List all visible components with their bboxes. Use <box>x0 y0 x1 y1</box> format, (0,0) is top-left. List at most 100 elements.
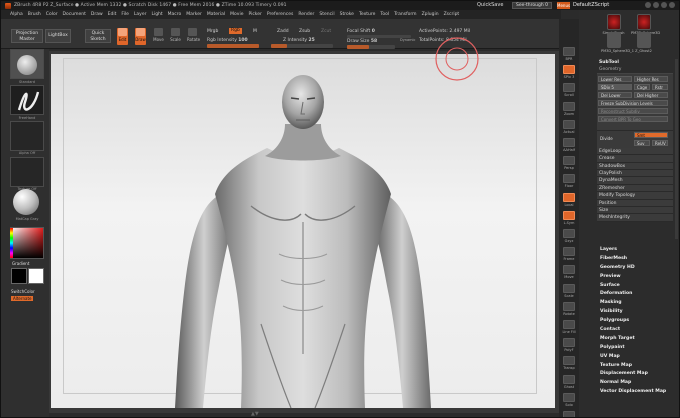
shelf-solo-button[interactable]: Solo <box>562 392 576 407</box>
shelf-transp-button[interactable]: Transp <box>562 356 576 370</box>
color-picker[interactable] <box>10 227 44 259</box>
subpalette-displacement-map[interactable]: Displacement Map <box>598 370 674 379</box>
shelf-floor-button[interactable]: Floor <box>562 174 576 188</box>
menu-material[interactable]: Material <box>207 12 225 17</box>
stroke-thumbnail[interactable] <box>10 85 44 115</box>
subpalette-normal-map[interactable]: Normal Map <box>598 379 674 388</box>
default-zscript-button[interactable]: DefaultZScript <box>573 2 609 8</box>
menu-marker[interactable]: Marker <box>186 12 202 17</box>
shelf-lsym-button[interactable]: L.Sym <box>562 210 576 225</box>
alternate-toggle[interactable]: Alternate <box>11 296 34 301</box>
geometry-dynamesh[interactable]: DynaMesh <box>597 177 673 185</box>
subpalette-layers[interactable]: Layers <box>598 246 674 255</box>
shelf-spix-button[interactable]: SPix 3 <box>562 65 576 79</box>
menu-file[interactable]: File <box>121 12 129 17</box>
convert-bpr-button[interactable]: Convert BPR To Geo <box>598 115 668 122</box>
reconstruct-subdiv-button[interactable]: Reconstruct Subdiv <box>598 107 668 114</box>
menu-color[interactable]: Color <box>46 12 58 17</box>
menus-toggle[interactable]: Menus <box>557 2 570 9</box>
rstr-button[interactable]: Rstr <box>652 83 668 90</box>
subpalette-polygroups[interactable]: Polygroups <box>598 317 674 326</box>
subpalette-surface[interactable]: Surface <box>598 282 674 291</box>
shelf-rotate-button[interactable]: Rotate <box>562 301 576 316</box>
rgb-intensity-slider[interactable] <box>207 44 259 48</box>
mrgb-toggle[interactable]: Mrgb <box>207 29 218 34</box>
menu-tool[interactable]: Tool <box>380 12 389 17</box>
suv-toggle[interactable]: Suv <box>634 139 650 146</box>
geometry-size[interactable]: Size <box>597 206 673 215</box>
dynamic-toggle[interactable]: Dynamic <box>400 38 415 42</box>
rgb-toggle[interactable]: Rgb <box>229 28 242 34</box>
menu-edit[interactable]: Edit <box>108 12 117 17</box>
shelf-xpose-button[interactable]: Xpose <box>562 411 576 417</box>
menu-zscript[interactable]: Zscript <box>444 12 460 17</box>
see-through-slider[interactable]: See-through 0 <box>512 2 552 9</box>
palette-scrollbar[interactable] <box>675 59 678 239</box>
subtool-header[interactable]: SubTool <box>597 59 673 66</box>
texture-thumbnail[interactable] <box>10 157 44 187</box>
shelf-polyf-button[interactable]: PolyF <box>562 338 576 352</box>
subpalette-polypaint[interactable]: Polypaint <box>598 344 674 353</box>
higher-res-button[interactable]: Higher Res <box>634 75 668 82</box>
projection-master-button[interactable]: Projection Master <box>11 29 43 43</box>
switch-color-label[interactable]: SwitchColor <box>11 289 35 294</box>
subpalette-geometry-hd[interactable]: Geometry HD <box>598 264 674 273</box>
sculpt-model[interactable] <box>51 54 555 408</box>
geometry-meshintegrity[interactable]: MeshIntegrity <box>597 214 673 222</box>
menu-texture[interactable]: Texture <box>359 12 375 17</box>
sdiv-slider[interactable]: SDiv 5 <box>598 83 632 90</box>
menu-movie[interactable]: Movie <box>230 12 243 17</box>
draw-mode-button[interactable]: Draw <box>135 28 146 45</box>
shelf-frame-button[interactable]: Frame <box>562 247 576 261</box>
alpha-thumbnail[interactable] <box>10 121 44 151</box>
collapse-arrow-icon[interactable]: ▲▼ <box>251 411 259 417</box>
menu-document[interactable]: Document <box>63 12 86 17</box>
menu-draw[interactable]: Draw <box>91 12 103 17</box>
subpalette-texture-map[interactable]: Texture Map <box>598 362 674 371</box>
shelf-actual-button[interactable]: Actual <box>562 119 576 134</box>
subpalette-vector-displacement-map[interactable]: Vector Displacement Map <box>598 388 674 397</box>
geometry-shadowbox[interactable]: ShadowBox <box>597 162 673 170</box>
quicksave-button[interactable]: QuickSave <box>477 2 503 8</box>
tool-pm3d-sphere3d-1[interactable]: PM3D_Sphere3D_1 <box>601 32 634 53</box>
shelf-gxyz-button[interactable]: Gxyz <box>562 229 576 243</box>
subpalette-masking[interactable]: Masking <box>598 299 674 308</box>
shelf-local-button[interactable]: Local <box>562 192 576 207</box>
smt-toggle[interactable]: Smt <box>634 131 668 138</box>
del-lower-button[interactable]: Del Lower <box>598 91 632 98</box>
geometry-edgeloop[interactable]: EdgeLoop <box>597 147 673 156</box>
shelf-ghost-button[interactable]: Ghost <box>562 374 576 389</box>
subpalette-deformation[interactable]: Deformation <box>598 290 674 299</box>
main-color-swatch[interactable] <box>11 268 27 284</box>
geometry-header[interactable]: Geometry <box>597 66 673 74</box>
menu-stroke[interactable]: Stroke <box>340 12 354 17</box>
quick-sketch-button[interactable]: Quick Sketch <box>85 29 111 43</box>
menu-macro[interactable]: Macro <box>168 12 182 17</box>
z-intensity-slider[interactable] <box>271 44 333 48</box>
help-icon[interactable] <box>645 2 651 8</box>
menu-light[interactable]: Light <box>151 12 162 17</box>
menu-render[interactable]: Render <box>298 12 314 17</box>
minimize-icon[interactable] <box>653 2 659 8</box>
del-higher-button[interactable]: Del Higher <box>634 91 668 98</box>
zcut-toggle[interactable]: Zcut <box>321 29 331 34</box>
geometry-claypolish[interactable]: ClayPolish <box>597 169 673 178</box>
subpalette-fibermesh[interactable]: FiberMesh <box>598 255 674 264</box>
hue-strip[interactable] <box>10 228 13 258</box>
rotate-mode-button[interactable]: Rotate <box>187 28 200 45</box>
reuv-button[interactable]: ReUV <box>652 139 668 146</box>
draw-size-slider[interactable] <box>347 45 395 49</box>
menu-zplugin[interactable]: Zplugin <box>422 12 439 17</box>
subpalette-contact[interactable]: Contact <box>598 326 674 335</box>
menu-picker[interactable]: Picker <box>248 12 261 17</box>
menu-stencil[interactable]: Stencil <box>319 12 334 17</box>
gradient-label[interactable]: Gradient <box>12 261 29 266</box>
shelf-linefill-button[interactable]: Line Fill <box>562 320 576 334</box>
secondary-color-swatch[interactable] <box>28 268 44 284</box>
shelf-zoom-button[interactable]: Zoom <box>562 101 576 116</box>
shelf-move-button[interactable]: Move <box>562 265 576 279</box>
m-toggle[interactable]: M <box>253 29 257 34</box>
lightbox-button[interactable]: LightBox <box>45 29 71 43</box>
maximize-icon[interactable] <box>661 2 667 8</box>
shelf-bpr-button[interactable]: BPR <box>562 47 576 61</box>
